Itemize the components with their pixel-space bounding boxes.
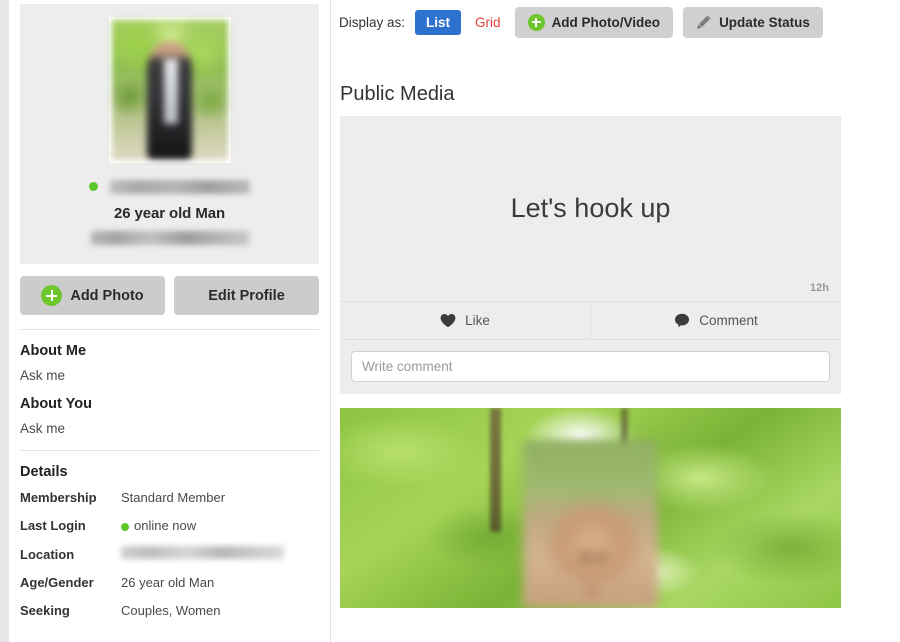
detail-label: Age/Gender bbox=[20, 575, 94, 590]
add-photo-video-label: Add Photo/Video bbox=[551, 14, 661, 30]
display-grid-link[interactable]: Grid bbox=[471, 15, 505, 30]
page-right-gutter bbox=[893, 0, 900, 642]
pencil-icon bbox=[696, 14, 712, 30]
divider bbox=[20, 329, 319, 330]
speech-bubble-icon bbox=[674, 313, 690, 328]
detail-value: Standard Member bbox=[121, 490, 226, 505]
display-as-label: Display as: bbox=[339, 14, 406, 30]
username-redacted bbox=[109, 179, 250, 194]
face-detail bbox=[582, 552, 590, 561]
detail-label: Last Login bbox=[20, 518, 86, 533]
age-gender-line: 26 year old Man bbox=[113, 205, 226, 222]
avatar-shirt bbox=[163, 59, 178, 124]
profile-avatar[interactable] bbox=[108, 17, 231, 163]
online-status-dot bbox=[121, 522, 129, 531]
plus-circle-icon bbox=[41, 285, 63, 306]
detail-value: Couples, Women bbox=[121, 603, 221, 618]
about-you-text: Ask me bbox=[20, 421, 66, 436]
profile-action-buttons: Add Photo Edit Profile bbox=[20, 276, 319, 315]
online-text: online now bbox=[134, 518, 197, 533]
details-list: Membership Standard Member Last Login on… bbox=[20, 490, 319, 618]
page-left-gutter bbox=[0, 0, 9, 642]
avatar-image-blurred bbox=[111, 20, 228, 160]
detail-value-online: online now bbox=[121, 518, 196, 533]
detail-value-redacted bbox=[121, 546, 284, 562]
add-photo-button[interactable]: Add Photo bbox=[20, 276, 165, 315]
location-redacted bbox=[121, 546, 284, 559]
plus-circle-icon bbox=[527, 13, 545, 31]
add-photo-video-button[interactable]: Add Photo/Video bbox=[514, 6, 674, 38]
detail-row-location: Location bbox=[20, 546, 319, 562]
profile-sidebar: 26 year old Man Add Photo Edit Profile A… bbox=[9, 0, 331, 642]
comment-input[interactable] bbox=[351, 351, 830, 382]
profile-summary-card: 26 year old Man bbox=[20, 4, 319, 264]
update-status-button[interactable]: Update Status bbox=[683, 6, 823, 38]
about-me-title: About Me bbox=[20, 343, 87, 359]
detail-label: Location bbox=[20, 546, 75, 562]
like-button[interactable]: Like bbox=[340, 302, 590, 339]
add-photo-label: Add Photo bbox=[70, 287, 144, 304]
media-toolbar: Display as: List Grid Add Photo/Video Up… bbox=[332, 0, 893, 38]
heart-icon bbox=[440, 313, 456, 328]
detail-row-seeking: Seeking Couples, Women bbox=[20, 603, 319, 618]
comment-input-wrapper bbox=[340, 340, 841, 394]
main-content: Display as: List Grid Add Photo/Video Up… bbox=[332, 0, 893, 642]
comment-button[interactable]: Comment bbox=[590, 302, 841, 339]
comment-label: Comment bbox=[699, 313, 758, 328]
status-post-timestamp: 12h bbox=[810, 282, 829, 294]
like-label: Like bbox=[465, 313, 490, 328]
about-me-text: Ask me bbox=[20, 368, 66, 383]
face-detail bbox=[587, 587, 597, 593]
page-title: Public Media bbox=[340, 83, 455, 105]
detail-label: Membership bbox=[20, 490, 97, 505]
detail-row-membership: Membership Standard Member bbox=[20, 490, 319, 505]
detail-row-last-login: Last Login online now bbox=[20, 518, 319, 533]
display-list-button[interactable]: List bbox=[415, 9, 462, 35]
face-detail bbox=[596, 552, 605, 561]
detail-row-age-gender: Age/Gender 26 year old Man bbox=[20, 575, 319, 590]
update-status-label: Update Status bbox=[719, 14, 810, 30]
edit-profile-label: Edit Profile bbox=[208, 287, 285, 304]
username-row bbox=[20, 179, 319, 195]
post-action-bar: Like Comment bbox=[340, 301, 841, 340]
status-post-body: Let's hook up 12h bbox=[340, 116, 841, 301]
edit-profile-button[interactable]: Edit Profile bbox=[174, 276, 319, 315]
detail-label: Seeking bbox=[20, 603, 70, 618]
about-you-title: About You bbox=[20, 396, 92, 412]
location-redacted bbox=[90, 231, 249, 245]
detail-value: 26 year old Man bbox=[121, 575, 215, 590]
profile-page: 26 year old Man Add Photo Edit Profile A… bbox=[0, 0, 900, 642]
divider bbox=[20, 450, 319, 451]
details-title: Details bbox=[20, 464, 68, 480]
online-status-dot bbox=[89, 182, 99, 192]
status-post-text: Let's hook up bbox=[510, 193, 671, 223]
tree-trunk bbox=[490, 408, 502, 532]
blurred-face-region bbox=[522, 440, 659, 608]
status-post-card: Let's hook up 12h Like Comment Write com… bbox=[340, 116, 841, 394]
photo-post-image[interactable] bbox=[340, 408, 841, 608]
